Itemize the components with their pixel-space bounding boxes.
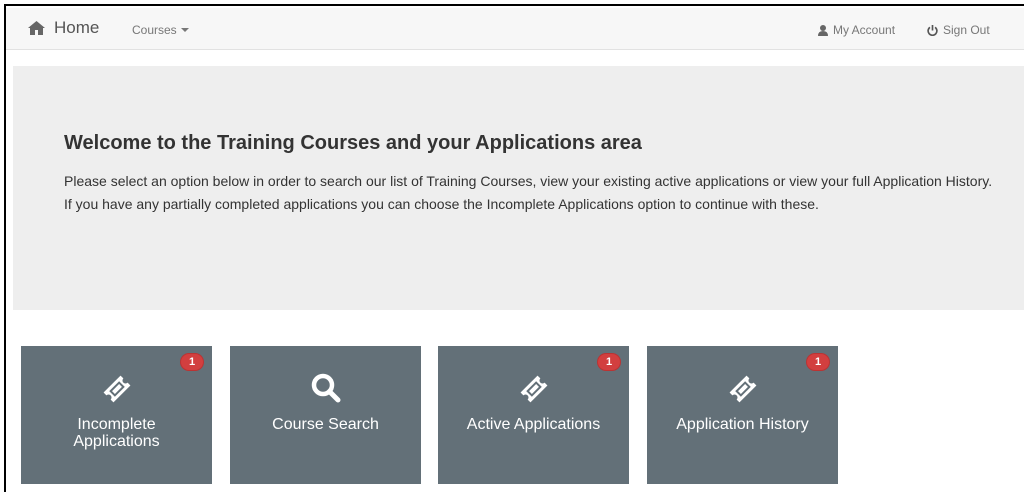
count-badge: 1	[181, 354, 203, 370]
welcome-jumbotron: Welcome to the Training Courses and your…	[13, 66, 1024, 310]
my-account-link[interactable]: My Account	[818, 23, 895, 37]
tile-application-history[interactable]: 1 Application History	[647, 346, 838, 484]
ticket-icon	[729, 375, 756, 403]
sign-out-link[interactable]: Sign Out	[927, 23, 990, 37]
home-icon	[28, 21, 45, 35]
tile-incomplete-applications[interactable]: 1 Incomplete Applications	[21, 346, 212, 484]
tile-active-applications[interactable]: 1 Active Applications	[438, 346, 629, 484]
sign-out-label: Sign Out	[943, 23, 990, 37]
count-badge: 1	[807, 354, 829, 370]
tile-label: Course Search	[272, 416, 379, 433]
count-badge: 1	[598, 354, 620, 370]
page-title: Welcome to the Training Courses and your…	[64, 132, 642, 154]
ticket-icon	[520, 375, 547, 403]
power-icon	[927, 24, 938, 36]
my-account-label: My Account	[833, 23, 896, 37]
home-link[interactable]: Home	[28, 18, 99, 38]
home-label: Home	[54, 18, 100, 37]
ticket-icon	[103, 375, 130, 403]
tile-course-search[interactable]: Course Search	[230, 346, 421, 484]
tile-label: Application History	[676, 416, 809, 433]
courses-label: Courses	[132, 23, 177, 37]
welcome-text: Please select an option below in order t…	[64, 173, 993, 212]
user-icon	[818, 24, 828, 36]
tile-label: Active Applications	[466, 416, 601, 433]
courses-dropdown[interactable]: Courses	[132, 23, 189, 37]
top-navbar: Home Courses My Account Sign Out	[6, 8, 1024, 50]
chevron-down-icon	[180, 28, 189, 32]
tile-label: Incomplete Applications	[73, 416, 160, 450]
search-icon	[311, 373, 340, 403]
